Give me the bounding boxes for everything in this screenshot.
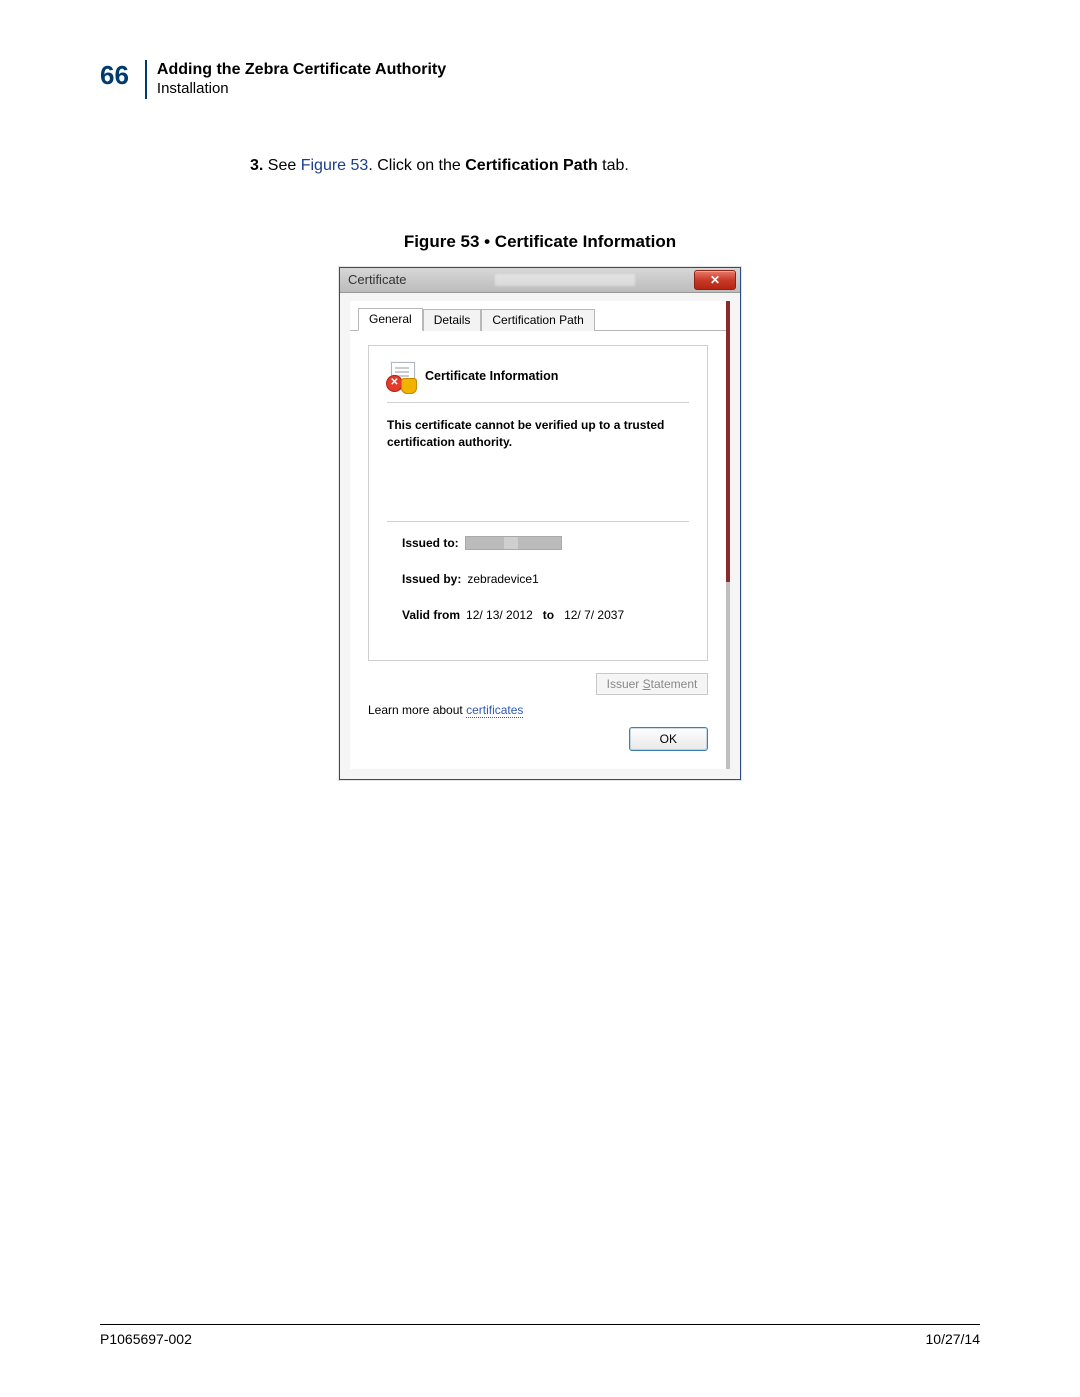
tab-content-general: ✕ Certificate Information This certifica… — [350, 331, 726, 769]
document-id: P1065697-002 — [100, 1331, 192, 1347]
learn-more-prefix: Learn more about — [368, 703, 466, 717]
certificate-info-frame: ✕ Certificate Information This certifica… — [368, 345, 708, 661]
certificate-dialog: Certificate ✕ General Details Certificat… — [339, 267, 741, 780]
issued-by-label: Issued by: — [402, 572, 461, 586]
dialog-right-edge — [726, 301, 730, 769]
issuer-button-suffix: tatement — [651, 677, 698, 691]
certificate-heading-row: ✕ Certificate Information — [387, 362, 689, 403]
valid-to-label: to — [543, 608, 554, 622]
certificate-warning-text: This certificate cannot be verified up t… — [387, 417, 689, 522]
issuer-button-underline: S — [643, 677, 651, 691]
ok-button[interactable]: OK — [629, 727, 708, 751]
issued-to-label: Issued to: — [402, 536, 459, 550]
valid-to-value: 12/ 7/ 2037 — [564, 608, 624, 622]
section-subtitle: Installation — [157, 80, 446, 99]
valid-from-row: Valid from 12/ 13/ 2012 to 12/ 7/ 2037 — [402, 608, 689, 622]
dialog-title: Certificate — [348, 272, 407, 287]
tab-certification-path[interactable]: Certification Path — [481, 309, 594, 331]
figure-cross-reference[interactable]: Figure 53 — [301, 157, 369, 174]
step-text-prefix: See — [268, 157, 301, 174]
issued-by-row: Issued by: zebradevice1 — [402, 572, 689, 586]
instruction-step: 3. See Figure 53. Click on the Certifica… — [250, 154, 980, 177]
dialog-body: General Details Certification Path ✕ Cer… — [340, 293, 740, 779]
figure-caption: Figure 53 • Certificate Information — [100, 232, 980, 252]
certificate-error-icon: ✕ — [387, 362, 415, 390]
close-icon: ✕ — [710, 274, 720, 286]
valid-from-value: 12/ 13/ 2012 — [466, 608, 533, 622]
section-title: Adding the Zebra Certificate Authority — [157, 60, 446, 80]
step-bold-target: Certification Path — [465, 157, 597, 174]
dialog-button-bar: OK — [368, 717, 708, 757]
page-number: 66 — [100, 60, 135, 91]
issued-to-row: Issued to: — [402, 536, 689, 550]
page-footer: P1065697-002 10/27/14 — [100, 1324, 980, 1347]
tab-general[interactable]: General — [358, 308, 423, 331]
header-text-block: Adding the Zebra Certificate Authority I… — [145, 60, 446, 99]
issuer-button-prefix: Issuer — [607, 677, 643, 691]
tab-bar: General Details Certification Path — [350, 301, 726, 331]
issued-by-value: zebradevice1 — [467, 572, 538, 586]
valid-from-label: Valid from — [402, 608, 460, 622]
page-header: 66 Adding the Zebra Certificate Authorit… — [100, 60, 980, 99]
dialog-titlebar[interactable]: Certificate ✕ — [340, 268, 740, 293]
step-text-mid: . Click on the — [368, 157, 465, 174]
document-page: 66 Adding the Zebra Certificate Authorit… — [0, 0, 1080, 1397]
footer-date: 10/27/14 — [926, 1331, 981, 1347]
dialog-inner: General Details Certification Path ✕ Cer… — [350, 301, 726, 769]
issuer-statement-button: Issuer Statement — [596, 673, 708, 695]
step-number: 3. — [250, 157, 263, 174]
learn-more-link[interactable]: certificates — [466, 703, 523, 718]
issued-to-value-redacted — [465, 536, 562, 550]
step-text-suffix: tab. — [598, 157, 629, 174]
tab-details[interactable]: Details — [423, 309, 482, 331]
close-button[interactable]: ✕ — [694, 270, 736, 290]
learn-more-line: Learn more about certificates — [368, 703, 708, 717]
certificate-fields: Issued to: Issued by: zebradevice1 Valid… — [387, 522, 689, 622]
certificate-heading: Certificate Information — [425, 369, 558, 383]
titlebar-blurred-area — [495, 274, 635, 286]
